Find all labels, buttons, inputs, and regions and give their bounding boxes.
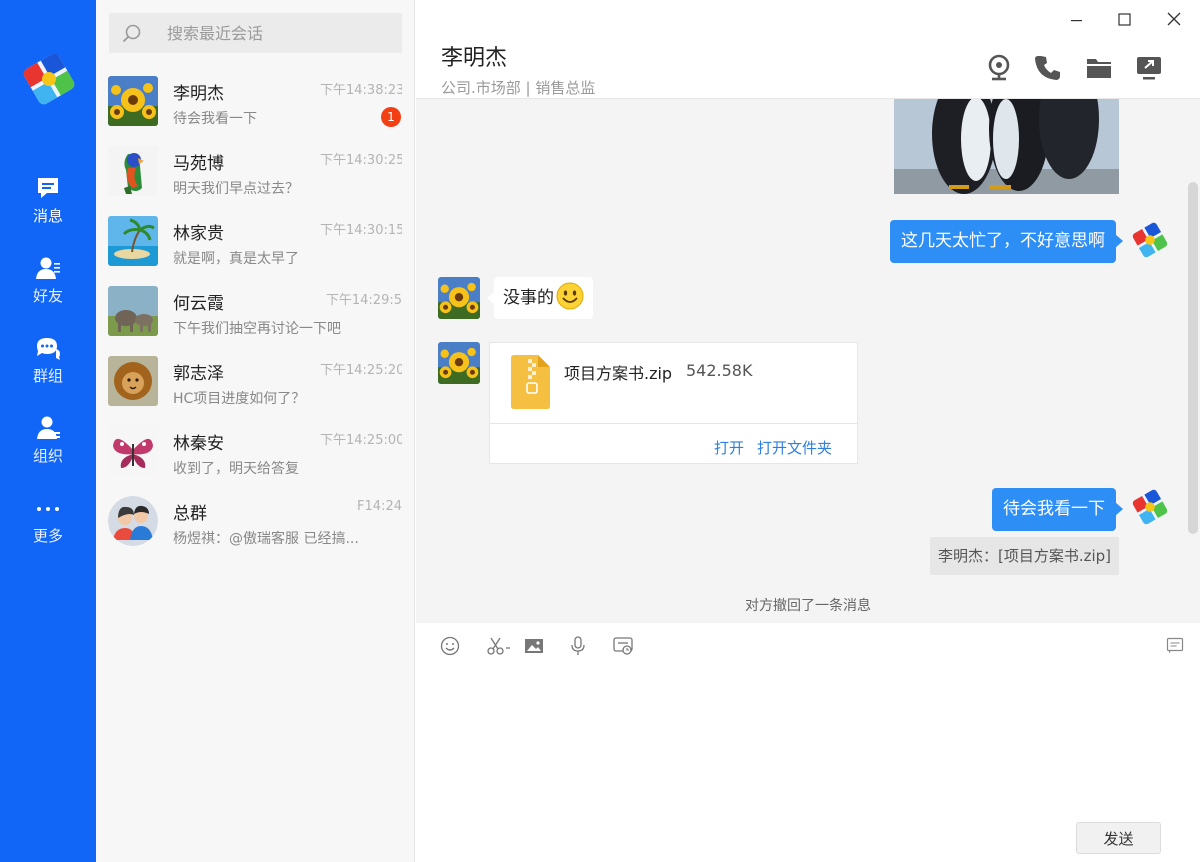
conversation-list: 李明杰 下午14:38:23 待会我看一下 1 马苑博 下午14:30:25 明… [96,0,415,862]
message-time: 下午14:30:25 [320,153,402,168]
message-history-icon[interactable] [1166,637,1184,655]
app-logo-icon [18,48,80,110]
nav-item-friends[interactable]: 好友 [0,254,96,324]
contact-name: 何云霞 [173,294,224,314]
avatar [108,146,158,196]
message-time: 下午14:29:5 [325,293,402,308]
conversation-item[interactable]: 马苑博 下午14:30:25 明天我们早点过去？ [96,140,415,210]
unread-badge: 1 [381,107,401,127]
contact-avatar[interactable] [438,277,480,319]
phone-icon[interactable] [1034,53,1064,83]
conversation-item[interactable]: 林家贵 下午14:30:15 就是啊，真是太早了 [96,210,415,280]
quoted-reply: 李明杰：[项目方案书.zip] [930,537,1119,575]
nav-label-more: 更多 [32,527,63,545]
file-message-card[interactable]: 项目方案书.zip 542.58K 打开 打开文件夹 [489,342,858,464]
conversation-item[interactable]: 何云霞 下午14:29:5 下午我们抽空再讨论一下吧 [96,280,415,350]
nav-item-organization[interactable]: 组织 [0,414,96,484]
maximize-icon[interactable] [1109,8,1139,32]
avatar [108,286,158,336]
message-preview: 杨煜祺：@傲瑞客服 已经搞... [173,531,359,547]
avatar [108,356,158,406]
nav-label-groups: 群组 [32,367,63,385]
contact-name: 郭志泽 [173,364,224,384]
message-time: 下午14:30:15 [320,223,402,238]
nav-label-organization: 组织 [32,447,63,465]
nav-label-friends: 好友 [32,287,63,305]
scrollbar[interactable] [1188,182,1198,534]
message-icon [38,178,58,198]
zip-file-icon [511,355,550,409]
message-time: F14:24 [357,499,402,514]
file-size: 542.58K [686,361,753,380]
chat-record-icon[interactable] [612,635,634,657]
screenshot-scissors-icon[interactable] [486,635,512,657]
avatar [108,426,158,476]
message-area: 这几天太忙了，不好意思啊 没事的 项目方案书.zip 542.58K 打开 打开… [416,99,1200,623]
nav-item-groups[interactable]: 群组 [0,334,96,404]
nav-label-messages: 消息 [32,207,63,225]
contact-name: 马苑博 [173,154,224,174]
contact-name: 林家贵 [173,224,224,244]
sent-message-bubble[interactable]: 待会我看一下 [992,488,1123,531]
message-input[interactable] [438,671,1178,811]
more-dots-icon [37,507,59,511]
contact-name: 李明杰 [173,84,224,104]
file-card-body: 项目方案书.zip 542.58K [490,343,857,424]
conversation-item[interactable]: 郭志泽 下午14:25:20 HC项目进度如何了？ [96,350,415,420]
conversation-item[interactable]: 总群 F14:24 杨煜祺：@傲瑞客服 已经搞... [96,490,415,560]
message-preview: 待会我看一下 [173,111,257,127]
nav-item-messages[interactable]: 消息 [0,174,96,244]
image-icon[interactable] [523,635,545,657]
avatar [108,76,158,126]
sent-message-bubble[interactable]: 这几天太忙了，不好意思啊 [890,220,1123,263]
video-call-icon[interactable] [984,53,1014,83]
emoji-icon[interactable] [439,635,461,657]
message-time: 下午14:25:20 [320,363,402,378]
message-preview: 明天我们早点过去？ [173,181,299,197]
search-box [109,13,402,53]
message-composer: 发送 [416,623,1200,862]
contact-name: 林秦安 [173,434,224,454]
image-message[interactable] [894,99,1119,194]
open-file-link[interactable]: 打开 [714,437,744,458]
conversation-item[interactable]: 林秦安 下午14:25:00 收到了，明天给答复 [96,420,415,490]
message-time: 下午14:38:23 [320,83,402,98]
message-preview: 下午我们抽空再讨论一下吧 [173,321,341,337]
close-icon[interactable] [1159,8,1189,32]
chat-subtitle: 公司.市场部 | 销售总监 [441,79,596,97]
chat-title: 李明杰 [441,46,508,71]
search-icon [122,24,141,43]
received-message-bubble[interactable]: 没事的 [487,277,593,319]
friends-icon [36,257,60,279]
open-folder-link[interactable]: 打开文件夹 [757,437,832,458]
message-preview: HC项目进度如何了？ [173,391,306,407]
folder-icon[interactable] [1084,53,1114,83]
remote-desktop-icon[interactable] [1134,53,1164,83]
received-message-text: 没事的 [503,288,554,308]
conversation-item[interactable]: 李明杰 下午14:38:23 待会我看一下 1 [96,70,415,140]
file-name: 项目方案书.zip [564,364,673,383]
send-button[interactable]: 发送 [1076,822,1161,854]
self-avatar[interactable] [1129,486,1171,528]
nav-item-more[interactable]: 更多 [0,494,96,564]
message-preview: 收到了，明天给答复 [173,461,299,477]
left-nav: 消息 好友 群组 组织 更多 [0,0,96,862]
group-avatar [108,496,158,546]
contact-avatar[interactable] [438,342,480,384]
self-avatar[interactable] [1129,219,1171,261]
avatar [108,216,158,266]
organization-icon [37,416,60,439]
contact-name: 总群 [173,504,207,524]
search-input[interactable] [167,13,397,53]
microphone-icon[interactable] [567,635,589,657]
minimize-icon[interactable] [1061,8,1091,32]
recall-notice: 对方撤回了一条消息 [745,598,871,614]
chat-header: 李明杰 公司.市场部 | 销售总监 [416,0,1200,99]
message-time: 下午14:25:00 [320,433,402,448]
group-chat-icon [37,338,60,360]
smiley-emoji-icon [556,282,584,310]
chat-panel: 李明杰 公司.市场部 | 销售总监 这几天太忙了，不好意思啊 没事的 项目方案书… [416,0,1200,862]
message-preview: 就是啊，真是太早了 [173,251,299,267]
